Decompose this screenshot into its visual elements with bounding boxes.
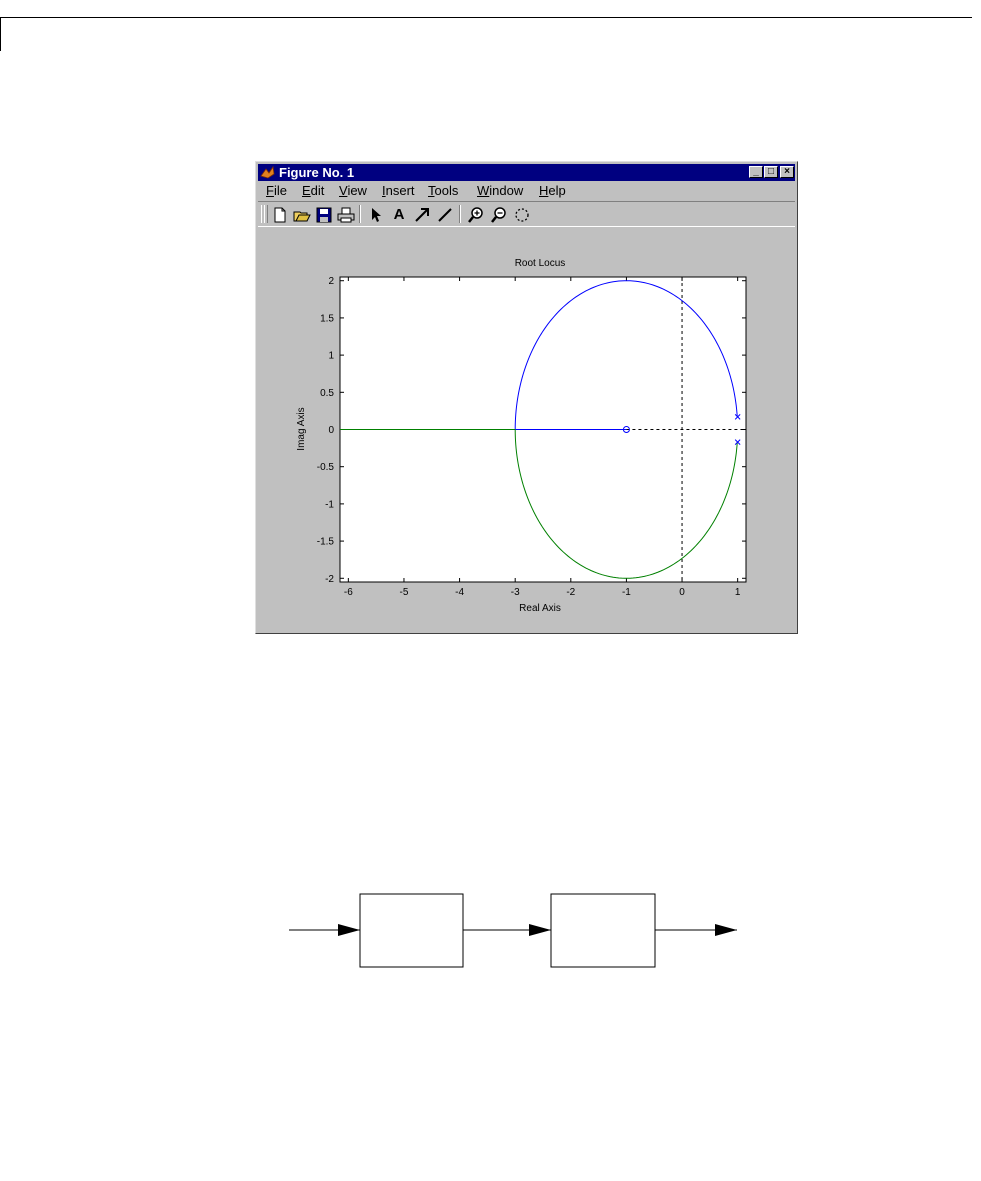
y-tick-label: -1.5 <box>317 537 335 548</box>
zoom-in-button[interactable] <box>466 205 486 225</box>
chart-title: Root Locus <box>515 258 566 269</box>
page-left-rule <box>0 17 1 51</box>
zoom-out-button[interactable] <box>489 205 509 225</box>
minimize-button[interactable]: _ <box>749 166 763 178</box>
y-axis-label: Imag Axis <box>296 407 307 450</box>
rotate-icon <box>515 208 529 222</box>
matlab-logo-icon <box>260 165 275 179</box>
x-tick-label: -1 <box>622 587 631 598</box>
save-button[interactable] <box>314 205 334 225</box>
x-tick-label: 1 <box>735 587 741 598</box>
pointer-icon <box>372 208 381 222</box>
menu-insert[interactable]: Insert <box>382 183 415 198</box>
insert-line-button[interactable] <box>435 205 455 225</box>
x-tick-label: -5 <box>400 587 409 598</box>
y-tick-label: 0.5 <box>320 388 334 399</box>
edit-plot-button[interactable] <box>366 205 386 225</box>
menu-bar: File Edit View Insert Tools Window Help <box>258 182 795 200</box>
y-tick-label: 1 <box>328 351 334 362</box>
new-figure-button[interactable] <box>270 205 290 225</box>
y-tick-label: 2 <box>328 276 334 287</box>
y-tick-label: -1 <box>325 499 334 510</box>
line-icon <box>438 208 452 222</box>
close-icon: × <box>784 166 790 177</box>
x-tick-label: -3 <box>511 587 520 598</box>
zoom-in-icon <box>468 207 483 223</box>
block-diagram <box>285 890 745 970</box>
page-top-rule <box>0 17 972 18</box>
y-tick-label: 0 <box>328 425 334 436</box>
maximize-button[interactable]: □ <box>764 166 778 178</box>
x-tick-label: -2 <box>566 587 575 598</box>
menu-edit[interactable]: Edit <box>302 183 324 198</box>
title-bar[interactable]: Figure No. 1 _ □ × <box>258 164 795 181</box>
toolbar-separator <box>459 205 461 223</box>
x-tick-label: 0 <box>679 587 685 598</box>
menu-tools[interactable]: Tools <box>428 183 458 198</box>
arrow-icon <box>415 208 429 222</box>
insert-arrow-button[interactable] <box>412 205 432 225</box>
x-tick-label: -4 <box>455 587 464 598</box>
zoom-out-icon <box>491 207 506 223</box>
print-icon <box>337 207 355 223</box>
figure-window[interactable]: Figure No. 1 _ □ × File Edit View Insert… <box>255 161 798 634</box>
figure-canvas: Root Locus -6 -5 -4 -3 -2 -1 0 1 2 1.5 1 0.5 0 -0.5 -1… <box>256 228 797 633</box>
rotate-3d-button[interactable] <box>512 205 532 225</box>
new-file-icon <box>274 207 286 223</box>
menu-file[interactable]: File <box>266 183 287 198</box>
minimize-icon: _ <box>753 166 759 177</box>
save-icon <box>316 207 332 223</box>
y-tick-label: -0.5 <box>317 462 335 473</box>
text-icon: A <box>393 206 405 223</box>
maximize-icon: □ <box>767 166 775 177</box>
open-file-icon <box>293 211 311 222</box>
x-tick-label: -6 <box>344 587 353 598</box>
x-axis-label: Real Axis <box>519 603 561 614</box>
toolbar-separator <box>359 205 361 223</box>
root-locus-plot[interactable]: Root Locus -6 -5 -4 -3 -2 -1 0 1 2 1.5 1 0.5 0 -0.5 -1… <box>256 228 797 633</box>
block-2 <box>550 893 656 968</box>
block-1 <box>359 893 464 968</box>
menu-help[interactable]: Help <box>539 183 566 198</box>
y-tick-label: 1.5 <box>320 313 334 324</box>
menu-window[interactable]: Window <box>477 183 523 198</box>
toolbar: A <box>258 201 795 227</box>
open-file-button[interactable] <box>292 205 312 225</box>
menu-view[interactable]: View <box>339 183 367 198</box>
close-button[interactable]: × <box>780 166 794 178</box>
insert-text-button[interactable]: A <box>389 205 409 225</box>
window-title: Figure No. 1 <box>279 165 355 180</box>
toolbar-grip[interactable] <box>264 205 268 223</box>
y-tick-label: -2 <box>325 574 334 585</box>
print-button[interactable] <box>336 205 356 225</box>
